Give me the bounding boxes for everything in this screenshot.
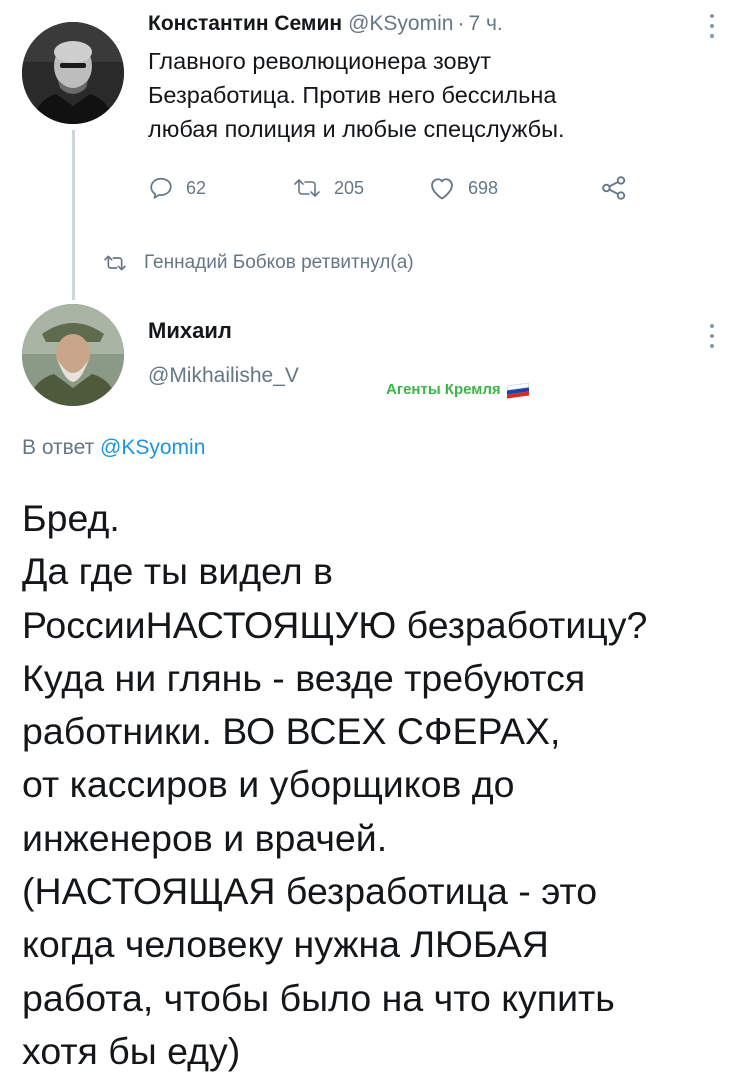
tweet-text-line: инженеров и врачей. xyxy=(22,816,388,859)
reply-to-prefix: В ответ xyxy=(22,436,95,459)
avatar-mikhail[interactable] xyxy=(22,304,124,406)
avatar-konstantin-semin[interactable] xyxy=(22,22,124,124)
tweet-text-line: работа, чтобы было на что купить xyxy=(22,976,615,1019)
russian-flag-icon xyxy=(506,381,529,399)
tweet-text-line: любая полиция и любые спецслужбы. xyxy=(148,116,565,142)
thread-connector-line xyxy=(72,130,75,300)
share-button[interactable] xyxy=(600,168,628,208)
like-count: 698 xyxy=(468,177,499,198)
tweet-kSyomin[interactable]: Константин Семин @KSyomin · 7 ч. Главного р… xyxy=(0,0,751,300)
like-icon xyxy=(431,178,453,200)
reply-button[interactable]: 62 xyxy=(148,168,206,208)
tweet-header: Константин Семин @KSyomin · 7 ч. xyxy=(148,10,688,38)
separator-dot: · xyxy=(457,12,465,35)
reply-to-line: В ответ @KSyomin xyxy=(22,436,205,460)
retweet-notice-text: Геннадий Бобков ретвитнул(а) xyxy=(144,252,414,273)
share-icon xyxy=(602,176,626,200)
tweet-text-line: (НАСТОЯЩАЯ безработица - это xyxy=(22,870,598,913)
like-button[interactable]: 698 xyxy=(428,168,498,208)
tweet-text: Главного революционера зовут Безработица… xyxy=(148,44,708,146)
reply-icon xyxy=(150,177,172,199)
tweet-text: Бред. Да где ты видел в РоссииНАСТОЯЩУЮ … xyxy=(22,492,742,1078)
tweet-text-line: работники. ВО ВСЕХ СФЕРАХ, xyxy=(22,710,561,753)
badge-label: Агенты Кремля xyxy=(386,381,501,398)
retweet-icon xyxy=(104,255,126,271)
tweet-text-line: Бред. xyxy=(22,497,120,539)
tweet-text-line: РоссииНАСТОЯЩУЮ безработицу? xyxy=(22,603,648,646)
tweet-text-line: когда человеку нужна ЛЮБАЯ xyxy=(22,923,549,966)
author-handle[interactable]: @KSyomin xyxy=(348,12,453,35)
profile-badge: Агенты Кремля xyxy=(386,381,529,399)
tweet-time[interactable]: 7 ч. xyxy=(468,12,502,35)
retweet-notice[interactable]: Геннадий Бобков ретвитнул(а) xyxy=(102,252,414,274)
more-icon[interactable] xyxy=(702,12,722,42)
tweet-actions: 62 205 698 xyxy=(148,168,668,208)
author-name[interactable]: Константин Семин xyxy=(148,12,342,35)
retweet-button[interactable]: 205 xyxy=(292,168,364,208)
more-icon[interactable] xyxy=(702,322,722,352)
tweet-text-line: хотя бы еду) xyxy=(22,1029,241,1072)
reply-to-handle-link[interactable]: @KSyomin xyxy=(100,436,205,459)
author-name[interactable]: Михаил xyxy=(148,318,232,344)
tweet-text-line: Безработица. Против него бессильна xyxy=(148,82,557,108)
tweet-text-line: от кассиров и уборщиков до xyxy=(22,763,515,806)
author-handle[interactable]: @Mikhailishe_V xyxy=(148,364,299,388)
tweet-text-line: Да где ты видел в xyxy=(22,550,333,593)
retweet-count: 205 xyxy=(334,177,365,198)
retweet-icon xyxy=(294,179,320,197)
tweet-text-line: Куда ни глянь - везде требуются xyxy=(22,656,586,699)
reply-count: 62 xyxy=(186,177,207,198)
tweet-text-line: Главного революционера зовут xyxy=(148,48,492,74)
